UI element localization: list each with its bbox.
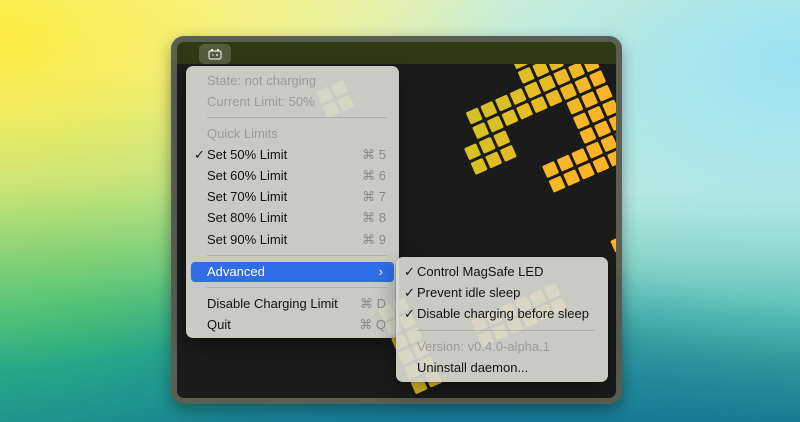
limit-label: Set 90% Limit [207, 232, 288, 247]
submenu-label: Prevent idle sleep [417, 285, 521, 300]
pixel-tile [571, 148, 588, 165]
quick-limits-label: Quick Limits [207, 126, 278, 141]
shortcut-label: ⌘ 7 [362, 189, 386, 204]
pixel-tile [589, 70, 606, 87]
current-limit-label: Current Limit: 50% [207, 94, 315, 109]
submenu-item-disable-charging-before-sleep[interactable]: ✓ Disable charging before sleep [396, 304, 608, 324]
menu-item-limit-80[interactable]: Set 80% Limit ⌘ 8 [186, 208, 399, 228]
pixel-tile [610, 236, 616, 253]
battery-icon [208, 49, 222, 60]
pixel-tile [464, 143, 481, 160]
pixel-tile [568, 62, 585, 79]
submenu-label: Control MagSafe LED [417, 264, 544, 279]
pixel-tile [524, 81, 541, 99]
pixel-tile [607, 150, 616, 167]
pixel-tile [472, 122, 489, 139]
pixel-tile [592, 156, 610, 173]
submenu-item-prevent-idle-sleep[interactable]: ✓ Prevent idle sleep [396, 283, 608, 303]
menu-separator [207, 117, 387, 118]
pixel-tile [578, 163, 595, 180]
battery-menu-button[interactable] [199, 44, 231, 64]
pixel-tile [596, 85, 613, 102]
pixel-tile [586, 141, 603, 159]
menu-item-limit-60[interactable]: Set 60% Limit ⌘ 6 [186, 166, 399, 186]
advanced-submenu: ✓ Control MagSafe LED ✓ Prevent idle sle… [396, 257, 608, 382]
disable-limit-label: Disable Charging Limit [207, 296, 338, 311]
menu-item-limit-50[interactable]: ✓ Set 50% Limit ⌘ 5 [186, 145, 399, 165]
pixel-tile [587, 106, 605, 123]
limit-label: Set 70% Limit [207, 189, 288, 204]
pixel-tile [560, 83, 577, 100]
menu-separator [207, 255, 387, 256]
pixel-tile [485, 151, 502, 168]
pixel-tile [594, 120, 611, 138]
submenu-item-uninstall[interactable]: Uninstall daemon... [396, 358, 608, 378]
pixel-tile [516, 102, 533, 120]
menu-item-advanced[interactable]: Advanced › [191, 262, 394, 282]
uninstall-label: Uninstall daemon... [417, 360, 529, 375]
pixel-tile [566, 98, 584, 115]
pixel-tile [602, 99, 616, 116]
pixel-tile [539, 75, 556, 92]
pixel-tile [493, 130, 510, 147]
submenu-item-version: Version: v0.4.0-alpha.1 [396, 337, 608, 357]
version-label: Version: v0.4.0-alpha.1 [417, 339, 550, 354]
checkmark-icon: ✓ [404, 264, 415, 279]
menu-item-limit-70[interactable]: Set 70% Limit ⌘ 7 [186, 187, 399, 207]
menu-separator [417, 330, 595, 331]
submenu-label: Disable charging before sleep [417, 306, 589, 321]
pixel-tile [563, 169, 580, 186]
shortcut-label: ⌘ 5 [362, 147, 386, 162]
limit-label: Set 60% Limit [207, 168, 288, 183]
quit-label: Quit [207, 317, 231, 332]
limit-label: Set 80% Limit [207, 210, 288, 225]
pixel-tile [518, 67, 535, 84]
advanced-label: Advanced [207, 264, 265, 279]
checkmark-icon: ✓ [404, 306, 415, 321]
pixel-tile [574, 76, 592, 94]
battery-menu: State: not charging Current Limit: 50% Q… [186, 66, 399, 338]
pixel-tile [471, 158, 488, 175]
pixel-tile [480, 101, 497, 118]
pixel-tile [553, 68, 570, 86]
chevron-right-icon: › [378, 264, 383, 279]
pixel-tile [579, 127, 597, 144]
menu-header-quick-limits: Quick Limits [186, 124, 399, 144]
pixel-tile [581, 91, 598, 108]
shortcut-label: ⌘ 9 [362, 232, 386, 247]
pixel-tile [573, 112, 590, 129]
pixel-tile [509, 88, 527, 105]
checkmark-icon: ✓ [194, 147, 205, 162]
checkmark-icon: ✓ [404, 285, 415, 300]
state-label: State: not charging [207, 73, 317, 88]
pixel-tile [545, 89, 562, 107]
shortcut-label: ⌘ D [360, 296, 386, 311]
shortcut-label: ⌘ Q [359, 317, 386, 332]
shortcut-label: ⌘ 6 [362, 168, 386, 183]
pixel-tile [548, 176, 566, 193]
menu-item-quit[interactable]: Quit ⌘ Q [186, 315, 399, 335]
pixel-tile [531, 96, 548, 113]
pixel-tile [501, 109, 519, 126]
pixel-tile [466, 107, 483, 125]
pixel-tile [600, 135, 616, 152]
menu-separator [207, 287, 387, 288]
menu-bar [177, 42, 616, 64]
menu-item-state: State: not charging [186, 71, 399, 91]
shortcut-label: ⌘ 8 [362, 210, 386, 225]
submenu-item-magsafe-led[interactable]: ✓ Control MagSafe LED [396, 262, 608, 282]
menu-item-limit-90[interactable]: Set 90% Limit ⌘ 9 [186, 230, 399, 250]
pixel-tile [557, 154, 574, 172]
pixel-tile [495, 94, 512, 112]
menu-item-disable-limit[interactable]: Disable Charging Limit ⌘ D [186, 294, 399, 314]
menu-item-current-limit: Current Limit: 50% [186, 92, 399, 112]
limit-label: Set 50% Limit [207, 147, 288, 162]
pixel-tile [487, 116, 504, 133]
pixel-tile [542, 161, 559, 178]
pixel-tile [500, 145, 517, 162]
pixel-tile [609, 114, 616, 131]
pixel-tile [479, 137, 496, 154]
